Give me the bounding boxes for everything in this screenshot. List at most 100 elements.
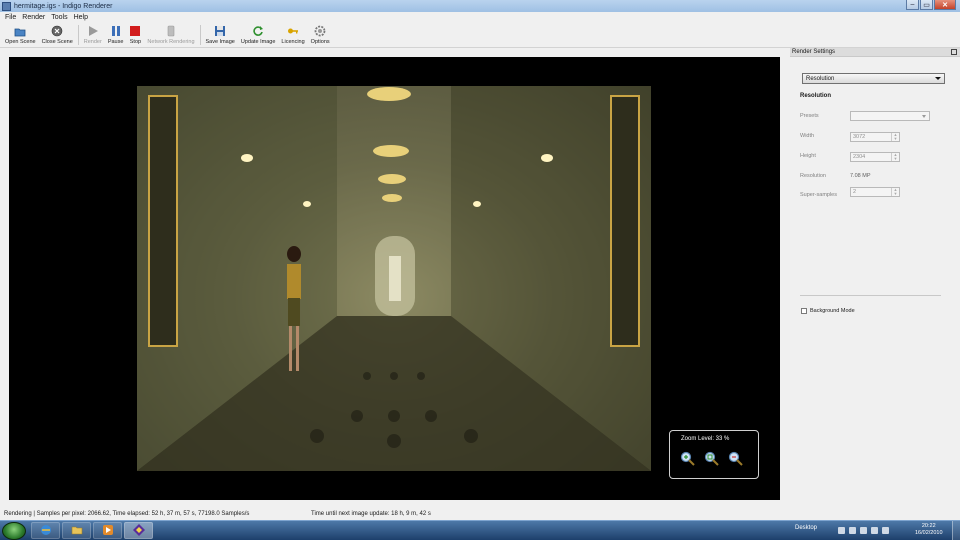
height-spinner[interactable]: ▲ ▼ bbox=[891, 153, 899, 161]
height-value: 2304 bbox=[853, 154, 866, 160]
render-viewport[interactable]: Zoom Level: 33 % bbox=[9, 57, 780, 500]
zoom-fit-icon[interactable] bbox=[704, 451, 719, 466]
network-icon bbox=[165, 25, 177, 37]
menu-file[interactable]: File bbox=[2, 14, 19, 21]
network-rendering-button[interactable]: Network Rendering bbox=[144, 25, 197, 47]
save-image-label: Save Image bbox=[205, 39, 235, 45]
close-scene-button[interactable]: Close Scene bbox=[39, 25, 76, 47]
options-label: Options bbox=[310, 39, 330, 45]
maximize-button[interactable]: ▭ bbox=[920, 0, 933, 10]
taskbar-explorer-button[interactable] bbox=[62, 522, 91, 539]
supersamples-field[interactable]: 2 ▲ ▼ bbox=[850, 187, 900, 197]
media-player-icon bbox=[102, 524, 114, 538]
background-mode-checkbox[interactable] bbox=[801, 308, 807, 314]
height-label: Height bbox=[800, 153, 816, 159]
menu-help[interactable]: Help bbox=[71, 14, 91, 21]
width-field[interactable]: 3072 ▲ ▼ bbox=[850, 132, 900, 142]
zoom-overlay: Zoom Level: 33 % bbox=[669, 430, 759, 479]
render-button[interactable]: Render bbox=[81, 25, 105, 47]
gear-icon bbox=[314, 25, 326, 37]
network-rendering-label: Network Rendering bbox=[147, 39, 195, 45]
taskbar-indigo-button[interactable] bbox=[124, 522, 153, 539]
network-icon[interactable] bbox=[849, 527, 856, 534]
zoom-buttons bbox=[680, 451, 743, 466]
taskbar-media-button[interactable] bbox=[93, 522, 122, 539]
licencing-label: Licencing bbox=[281, 39, 305, 45]
licencing-button[interactable]: Licencing bbox=[278, 25, 307, 47]
supersamples-spinner[interactable]: ▲ ▼ bbox=[891, 188, 899, 196]
width-label: Width bbox=[800, 133, 815, 139]
next-update-status: Time until next image update: 18 h, 9 m,… bbox=[311, 511, 431, 517]
menu-bar: File Render Tools Help bbox=[0, 12, 960, 22]
window-controls: – ▭ ✕ bbox=[905, 0, 956, 10]
status-bar: Rendering | Samples per pixel: 2066.62, … bbox=[0, 510, 960, 520]
security-icon[interactable] bbox=[871, 527, 878, 534]
render-label: Render bbox=[83, 39, 102, 45]
stop-label: Stop bbox=[129, 39, 142, 45]
floppy-icon bbox=[214, 25, 226, 37]
antivirus-icon[interactable] bbox=[860, 527, 867, 534]
volume-icon[interactable] bbox=[882, 527, 889, 534]
window-title: hermitage.igs - Indigo Renderer bbox=[14, 2, 113, 10]
save-image-button[interactable]: Save Image bbox=[203, 25, 238, 47]
desktop-toolbar-label[interactable]: Desktop bbox=[795, 525, 817, 531]
refresh-icon bbox=[252, 25, 264, 37]
toolbar-separator bbox=[199, 25, 201, 45]
open-scene-label: Open Scene bbox=[5, 39, 36, 45]
pause-icon bbox=[110, 25, 122, 37]
width-spinner[interactable]: ▲ ▼ bbox=[891, 133, 899, 141]
presets-dropdown[interactable] bbox=[850, 111, 930, 121]
close-scene-icon bbox=[51, 25, 63, 37]
width-value: 3072 bbox=[853, 134, 866, 140]
show-desktop-button[interactable] bbox=[952, 521, 960, 540]
minimize-button[interactable]: – bbox=[906, 0, 919, 10]
menu-render[interactable]: Render bbox=[19, 14, 48, 21]
close-button[interactable]: ✕ bbox=[934, 0, 956, 10]
rendered-image bbox=[137, 86, 651, 471]
taskbar: Desktop 20:22 16/02/2010 bbox=[0, 520, 960, 540]
taskbar-ie-button[interactable] bbox=[31, 522, 60, 539]
open-scene-button[interactable]: Open Scene bbox=[2, 25, 39, 47]
start-button[interactable] bbox=[2, 522, 26, 540]
options-button[interactable]: Options bbox=[308, 25, 333, 47]
close-scene-label: Close Scene bbox=[41, 39, 73, 45]
settings-category-dropdown[interactable]: Resolution bbox=[802, 73, 945, 84]
indigo-app-icon bbox=[132, 523, 145, 538]
toolbar: Open Scene Close Scene Render Pause Stop… bbox=[0, 22, 960, 48]
zoom-in-icon[interactable] bbox=[680, 451, 695, 466]
panel-title: Render Settings bbox=[792, 49, 836, 55]
clock-time: 20:22 bbox=[921, 523, 936, 529]
presets-label: Presets bbox=[800, 113, 819, 119]
taskbar-clock[interactable]: 20:22 16/02/2010 bbox=[915, 523, 943, 537]
height-field[interactable]: 2304 ▲ ▼ bbox=[850, 152, 900, 162]
panel-divider bbox=[800, 295, 941, 296]
update-image-label: Update Image bbox=[240, 39, 276, 45]
background-mode-label: Background Mode bbox=[810, 308, 855, 314]
render-status: Rendering | Samples per pixel: 2066.62, … bbox=[4, 511, 250, 517]
zoom-level-label: Zoom Level: 33 % bbox=[681, 436, 730, 442]
clock-date: 16/02/2010 bbox=[915, 530, 943, 536]
stop-button[interactable]: Stop bbox=[126, 25, 144, 47]
browser-icon bbox=[40, 524, 52, 538]
supersamples-label: Super-samples bbox=[800, 192, 837, 198]
menu-tools[interactable]: Tools bbox=[48, 14, 70, 21]
undock-icon[interactable] bbox=[951, 49, 957, 55]
chevron-down-icon bbox=[922, 115, 926, 118]
pause-label: Pause bbox=[107, 39, 124, 45]
title-bar: hermitage.igs - Indigo Renderer – ▭ ✕ bbox=[0, 0, 960, 12]
zoom-out-icon[interactable] bbox=[728, 451, 743, 466]
render-settings-panel: Render Settings Resolution Resolution Pr… bbox=[790, 48, 960, 520]
resolution-label: Resolution bbox=[800, 173, 826, 179]
resolution-value: 7.08 MP bbox=[850, 173, 871, 179]
system-tray bbox=[838, 527, 889, 534]
flag-icon[interactable] bbox=[838, 527, 845, 534]
folder-icon bbox=[14, 25, 26, 37]
update-image-button[interactable]: Update Image bbox=[238, 25, 279, 47]
chevron-down-icon bbox=[935, 77, 941, 80]
app-icon bbox=[2, 1, 11, 11]
supersamples-value: 2 bbox=[853, 189, 857, 195]
play-icon bbox=[87, 25, 99, 37]
pause-button[interactable]: Pause bbox=[105, 25, 127, 47]
key-icon bbox=[287, 25, 299, 37]
folder-icon bbox=[71, 524, 83, 538]
